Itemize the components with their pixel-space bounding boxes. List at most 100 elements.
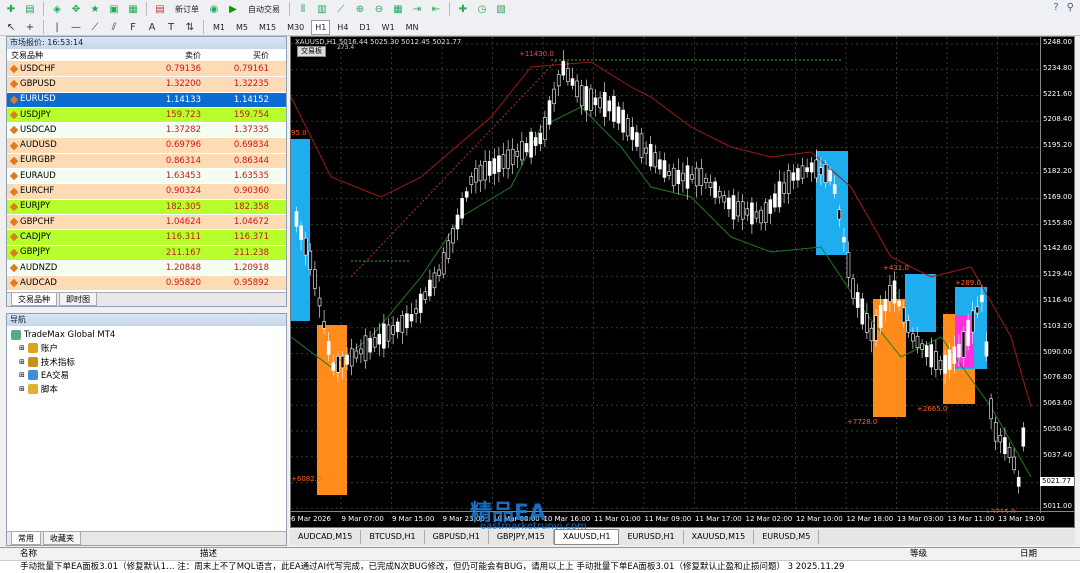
- auto-trade-icon[interactable]: ▶: [225, 2, 241, 17]
- data-window-icon[interactable]: ✥: [68, 2, 84, 17]
- price-label: 5169.00: [1043, 192, 1072, 201]
- price-chart[interactable]: +11430.0 +6082.0 +431.0 +289.0 +7728.0 +2665.…: [291, 37, 1042, 513]
- candle-body: [759, 209, 763, 224]
- vertical-line-icon[interactable]: |: [49, 20, 65, 35]
- tf-h4[interactable]: H4: [333, 20, 352, 35]
- market-watch-row[interactable]: CADJPY 116.311 116.371: [7, 230, 286, 246]
- expand-icon[interactable]: ⊞: [19, 385, 25, 393]
- market-watch-row[interactable]: GBPJPY 211.167 211.238: [7, 245, 286, 261]
- market-watch-row[interactable]: USDCAD 1.37282 1.37335: [7, 123, 286, 139]
- tf-w1[interactable]: W1: [378, 20, 399, 35]
- market-watch-row[interactable]: EURCHF 0.90324 0.90360: [7, 184, 286, 200]
- navigator-icon[interactable]: ★: [87, 2, 103, 17]
- col-name-header[interactable]: 名称: [0, 548, 200, 560]
- metaeditor-icon[interactable]: ◉: [206, 2, 222, 17]
- tab-symbols[interactable]: 交易品种: [11, 293, 57, 306]
- chart-tab[interactable]: GBPUSD,H1: [425, 530, 489, 544]
- crosshair-icon[interactable]: +: [22, 20, 38, 35]
- market-watch-icon[interactable]: ◈: [49, 2, 65, 17]
- horizontal-line-icon[interactable]: —: [68, 20, 84, 35]
- navigator-item-scripts[interactable]: ⊞ 脚本: [11, 382, 282, 396]
- label-icon[interactable]: T: [163, 20, 179, 35]
- market-watch-row[interactable]: AUDNZD 1.20848 1.20918: [7, 260, 286, 277]
- zoom-out-icon[interactable]: ⊖: [371, 2, 387, 17]
- market-watch-row[interactable]: EURAUD 1.63453 1.63535: [7, 169, 286, 185]
- tf-mn[interactable]: MN: [402, 20, 423, 35]
- chart-tab[interactable]: BTCUSD,H1: [361, 530, 425, 544]
- tab-tick-chart[interactable]: 即时图: [59, 293, 97, 306]
- market-watch-row[interactable]: GBPUSD 1.32200 1.32235: [7, 77, 286, 93]
- help-icon[interactable]: ?: [1053, 2, 1058, 13]
- expand-icon[interactable]: ⊞: [19, 371, 25, 379]
- candle-body: [915, 335, 920, 349]
- bar-chart-icon[interactable]: ⫴: [295, 2, 311, 17]
- tab-common[interactable]: 常用: [11, 532, 41, 545]
- chart-window[interactable]: +11430.0 +6082.0 +431.0 +289.0 +7728.0 +2665.…: [290, 36, 1075, 528]
- market-watch-row[interactable]: EURJPY 182.305 182.358: [7, 199, 286, 215]
- bid-cell: 1.32200: [165, 79, 201, 90]
- trade-panel-button[interactable]: 交易板: [297, 46, 326, 57]
- candle-body: [814, 159, 819, 179]
- new-chart-icon[interactable]: ✚: [3, 2, 19, 17]
- candle-body: [906, 320, 911, 333]
- chart-tab[interactable]: XAUUSD,M15: [684, 530, 755, 544]
- autoscroll-icon[interactable]: ⇥: [409, 2, 425, 17]
- candle-body: [469, 176, 474, 185]
- col-bid-header[interactable]: 卖价: [135, 49, 201, 61]
- navigator-item-experts[interactable]: ⊞ EA交易: [11, 369, 282, 383]
- tf-h1[interactable]: H1: [311, 19, 331, 35]
- terminal-icon[interactable]: ▣: [106, 2, 122, 17]
- tf-d1[interactable]: D1: [355, 20, 374, 35]
- market-watch-row[interactable]: EURUSD 1.14133 1.14152: [7, 92, 286, 108]
- tester-icon[interactable]: ▦: [125, 2, 141, 17]
- trendline-icon[interactable]: ⟋: [87, 20, 103, 35]
- market-watch-row[interactable]: AUDCAD 0.95820 0.95892: [7, 276, 286, 292]
- indicators-icon[interactable]: ✚: [455, 2, 471, 17]
- periods-icon[interactable]: ◷: [474, 2, 490, 17]
- col-symbol-header[interactable]: 交易品种: [7, 49, 135, 61]
- zoom-in-icon[interactable]: ⊕: [352, 2, 368, 17]
- tf-m1[interactable]: M1: [209, 20, 229, 35]
- tile-icon[interactable]: ▦: [390, 2, 406, 17]
- cursor-icon[interactable]: ↖: [3, 20, 19, 35]
- expand-icon[interactable]: ⊞: [19, 344, 25, 352]
- tab-favorites[interactable]: 收藏夹: [43, 532, 81, 545]
- col-date-header[interactable]: 日期: [1020, 548, 1070, 560]
- fibonacci-icon[interactable]: F: [125, 20, 141, 35]
- chart-tab[interactable]: EURUSD,M5: [754, 530, 820, 544]
- navigator-root[interactable]: TradeMax Global MT4: [11, 328, 282, 342]
- new-order-button[interactable]: 新订单: [171, 2, 203, 17]
- candle-body: [796, 168, 800, 181]
- col-level-header[interactable]: 等级: [910, 548, 1020, 560]
- text-icon[interactable]: A: [144, 20, 160, 35]
- navigator-item-accounts[interactable]: ⊞ 账户: [11, 342, 282, 356]
- market-watch-row[interactable]: AUDUSD 0.69796 0.69834: [7, 138, 286, 154]
- new-order-icon[interactable]: ▤: [152, 2, 168, 17]
- line-chart-icon[interactable]: ⟋: [333, 2, 349, 17]
- profiles-icon[interactable]: ▤: [22, 2, 38, 17]
- candle-chart-icon[interactable]: ▥: [314, 2, 330, 17]
- expand-icon[interactable]: ⊞: [19, 358, 25, 366]
- market-watch-row[interactable]: USDCHF 0.79136 0.79161: [7, 62, 286, 78]
- market-watch-row[interactable]: EURGBP 0.86314 0.86344: [7, 153, 286, 170]
- chart-tab[interactable]: GBPJPY,M15: [489, 530, 554, 544]
- tf-m5[interactable]: M5: [232, 20, 252, 35]
- symbol-cell: EURUSD: [7, 93, 135, 107]
- chart-tab-active[interactable]: XAUUSD,H1: [553, 529, 620, 545]
- navigator-item-indicators[interactable]: ⊞ 技术指标: [11, 355, 282, 369]
- auto-trade-button[interactable]: 自动交易: [244, 2, 284, 17]
- col-desc-header[interactable]: 描述: [200, 548, 910, 560]
- market-watch-row[interactable]: GBPCHF 1.04624 1.04672: [7, 214, 286, 231]
- chart-shift-icon[interactable]: ⇤: [428, 2, 444, 17]
- channel-icon[interactable]: ⫽: [106, 20, 122, 35]
- search-icon[interactable]: ⚲: [1067, 2, 1074, 13]
- templates-icon[interactable]: ▧: [493, 2, 509, 17]
- arrows-icon[interactable]: ⇅: [182, 20, 198, 35]
- tf-m15[interactable]: M15: [255, 20, 280, 35]
- tf-m30[interactable]: M30: [283, 20, 308, 35]
- chart-tab[interactable]: AUDCAD,M15: [290, 530, 362, 544]
- terminal-row[interactable]: 手动批量下单EA面板3.01（修复默认1… 注：周末上不了MQL语言，此EA通过…: [0, 561, 1080, 573]
- col-ask-header[interactable]: 买价: [201, 49, 269, 61]
- chart-tab[interactable]: EURUSD,H1: [619, 530, 684, 544]
- market-watch-row[interactable]: USDJPY 159.723 159.754: [7, 107, 286, 124]
